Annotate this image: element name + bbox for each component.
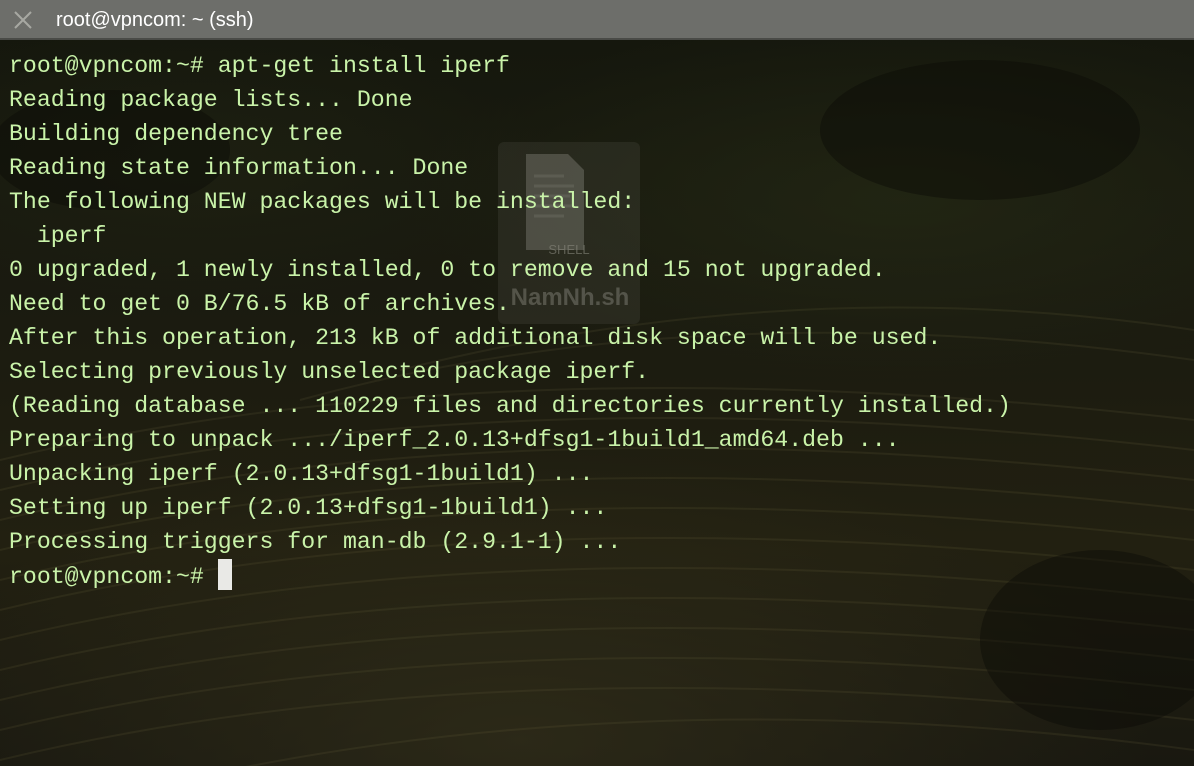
output-line: (Reading database ... 110229 files and d… [9, 393, 1011, 419]
output-line: Reading package lists... Done [9, 87, 413, 113]
output-line: Need to get 0 B/76.5 kB of archives. [9, 291, 510, 317]
terminal-area[interactable]: SHELL NamNh.sh root@vpncom:~# apt-get in… [0, 40, 1194, 766]
output-line: Reading state information... Done [9, 155, 469, 181]
close-icon[interactable] [12, 9, 34, 31]
prompt-line[interactable]: root@vpncom:~# [9, 559, 1011, 593]
output-line: After this operation, 213 kB of addition… [9, 325, 942, 351]
window-title: root@vpncom: ~ (ssh) [56, 9, 254, 31]
output-line: Unpacking iperf (2.0.13+dfsg1-1build1) .… [9, 461, 594, 487]
output-line: Building dependency tree [9, 121, 343, 147]
prompt: root@vpncom:~# [9, 564, 204, 590]
output-line: Processing triggers for man-db (2.9.1-1)… [9, 529, 622, 555]
text-cursor [217, 559, 232, 590]
output-line: Setting up iperf (2.0.13+dfsg1-1build1) … [9, 495, 608, 521]
output-line: iperf [9, 223, 107, 249]
output-line: The following NEW packages will be insta… [9, 189, 636, 215]
output-line: root@vpncom:~# apt-get install iperf [9, 53, 510, 79]
output-line: 0 upgraded, 1 newly installed, 0 to remo… [9, 257, 886, 283]
terminal-window: root@vpncom: ~ (ssh) SHELL NamNh.sh root… [0, 0, 1194, 766]
terminal-output: root@vpncom:~# apt-get install iperf Rea… [9, 49, 1011, 593]
output-line: Selecting previously unselected package … [9, 359, 650, 385]
title-bar: root@vpncom: ~ (ssh) [0, 0, 1194, 40]
output-line: Preparing to unpack .../iperf_2.0.13+dfs… [9, 427, 900, 453]
